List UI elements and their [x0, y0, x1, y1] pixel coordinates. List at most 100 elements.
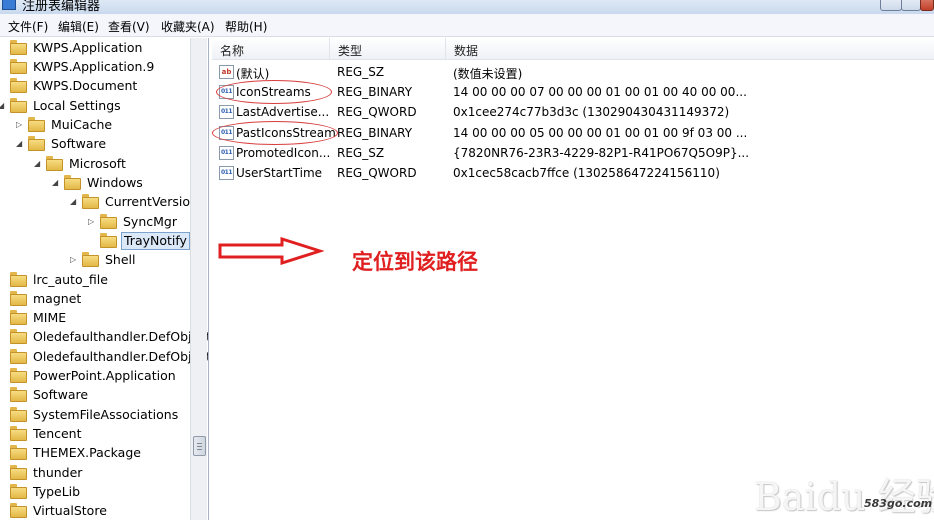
collapse-arrow-icon[interactable]: ◢ — [52, 177, 61, 189]
binary-value-icon: 011 — [219, 85, 234, 99]
folder-icon — [10, 407, 27, 422]
column-header-label: 名称 — [220, 44, 245, 58]
folder-icon — [10, 368, 27, 383]
folder-icon — [46, 156, 63, 171]
binary-value-icon: 011 — [219, 126, 234, 140]
tree-item-label: MIME — [33, 310, 67, 325]
value-name: PastIconsStream — [236, 126, 336, 140]
value-type: REG_BINARY — [337, 85, 413, 99]
value-row-iconstreams[interactable]: 011 IconStreams REG_BINARY 14 00 00 00 0… — [212, 83, 934, 103]
column-header-label: 类型 — [338, 44, 363, 58]
column-header-data[interactable]: 数据 — [446, 38, 934, 60]
folder-icon — [10, 272, 27, 287]
menu-edit[interactable]: 编辑(E) — [58, 18, 99, 35]
value-row-default[interactable]: ab (默认) REG_SZ (数值未设置) — [212, 63, 934, 83]
value-data: (数值未设置) — [453, 67, 523, 81]
value-row-pasticonsstream[interactable]: 011 PastIconsStream REG_BINARY 14 00 00 … — [212, 124, 934, 144]
watermark-text: Baidu 经验 — [754, 475, 934, 519]
menu-file[interactable]: 文件(F) — [8, 18, 48, 35]
expand-arrow-icon[interactable]: ▷ — [88, 216, 97, 228]
tree-item-label: thunder — [33, 465, 83, 480]
tree-item-label: Shell — [105, 252, 136, 267]
folder-icon — [10, 329, 27, 344]
minimize-button[interactable] — [880, 0, 902, 11]
baidu-watermark: Baidu 经验 — [748, 462, 934, 520]
tree-item-label: THEMEX.Package — [33, 445, 141, 460]
value-name: (默认) — [236, 67, 270, 81]
values-pane: 名称 类型 数据 ab (默认) REG_SZ (数值未设置) 011 Icon… — [212, 38, 934, 520]
folder-icon — [82, 194, 99, 209]
column-header-name[interactable]: 名称 — [212, 38, 330, 60]
tree-scrollbar[interactable] — [190, 38, 207, 520]
folder-icon — [10, 503, 27, 518]
folder-icon — [10, 78, 27, 93]
binary-value-icon: 011 — [219, 146, 234, 160]
tree-item-label: SyncMgr — [123, 214, 177, 229]
value-row-lastadvertise[interactable]: 011 LastAdvertise... REG_QWORD 0x1cee274… — [212, 103, 934, 123]
tree-item-label: MuiCache — [51, 117, 113, 132]
collapse-arrow-icon[interactable]: ◢ — [0, 100, 7, 112]
folder-icon — [10, 426, 27, 441]
folder-icon — [10, 310, 27, 325]
tree-item-label: SystemFileAssociations — [33, 407, 179, 422]
tree-item-label: Oledefaulthandler.DefObject — [33, 349, 209, 364]
value-type: REG_QWORD — [337, 105, 417, 119]
collapse-arrow-icon[interactable]: ◢ — [34, 158, 43, 170]
maximize-button[interactable] — [901, 0, 921, 11]
registry-tree: KWPS.Application KWPS.Application.9 KWPS… — [0, 38, 209, 520]
tree-item-label: Software — [51, 136, 107, 151]
column-header-type[interactable]: 类型 — [330, 38, 446, 60]
value-name: IconStreams — [236, 85, 311, 99]
value-type: REG_BINARY — [337, 126, 413, 140]
tree-item-label: Windows — [87, 175, 143, 190]
value-data: 0x1cec58cacb7ffce (130258647224156110) — [453, 166, 720, 180]
tree-item-label: Software — [33, 387, 89, 402]
folder-icon — [10, 349, 27, 364]
value-type: REG_SZ — [337, 146, 385, 160]
column-header-label: 数据 — [454, 44, 479, 58]
tree-item-label: VirtualStore — [33, 503, 107, 518]
folder-icon — [10, 465, 27, 480]
tree-item-label: magnet — [33, 291, 82, 306]
registry-editor-icon — [2, 0, 16, 10]
collapse-arrow-icon[interactable]: ◢ — [16, 138, 25, 150]
value-name: LastAdvertise... — [236, 105, 330, 119]
close-button[interactable] — [920, 0, 934, 11]
tree-item-label: PowerPoint.Application — [33, 368, 176, 383]
folder-icon — [64, 175, 81, 190]
folder-icon — [10, 40, 27, 55]
tree-item-label: KWPS.Application.9 — [33, 59, 155, 74]
window-title: 注册表编辑器 — [22, 0, 101, 14]
binary-value-icon: 011 — [219, 166, 234, 180]
menu-view[interactable]: 查看(V) — [108, 18, 150, 35]
tree-item-label: Tencent — [33, 426, 82, 441]
value-data: 14 00 00 00 05 00 00 00 01 00 01 00 9f 0… — [453, 126, 748, 140]
tree-item-label: Local Settings — [33, 98, 121, 113]
red-arrow-icon — [218, 237, 324, 265]
value-data: {7820NR76-23R3-4229-82P1-R41PO67Q5O9P}..… — [453, 146, 750, 160]
value-row-userstarttime[interactable]: 011 UserStartTime REG_QWORD 0x1cec58cacb… — [212, 164, 934, 184]
folder-icon — [10, 387, 27, 402]
value-name: PromotedIcon... — [236, 146, 331, 160]
tree-item-label: KWPS.Application — [33, 40, 143, 55]
menu-bar: 文件(F) 编辑(E) 查看(V) 收藏夹(A) 帮助(H) — [0, 14, 934, 37]
value-type: REG_QWORD — [337, 166, 417, 180]
tree-item-label: Microsoft — [69, 156, 126, 171]
binary-value-icon: 011 — [219, 105, 234, 119]
expand-arrow-icon[interactable]: ▷ — [70, 254, 79, 266]
folder-icon — [10, 445, 27, 460]
tree-item-label: TypeLib — [33, 484, 81, 499]
folder-icon — [28, 117, 45, 132]
folder-icon — [28, 136, 45, 151]
value-row-promotedicon[interactable]: 011 PromotedIcon... REG_SZ {7820NR76-23R… — [212, 144, 934, 164]
folder-icon — [100, 214, 117, 229]
expand-arrow-icon[interactable]: ▷ — [16, 119, 25, 131]
collapse-arrow-icon[interactable]: ◢ — [70, 196, 79, 208]
string-value-icon: ab — [219, 65, 234, 79]
title-bar: 注册表编辑器 — [0, 0, 934, 14]
menu-help[interactable]: 帮助(H) — [225, 18, 267, 35]
value-data: 14 00 00 00 07 00 00 00 01 00 01 00 40 0… — [453, 85, 747, 99]
scrollbar-thumb[interactable] — [193, 436, 206, 456]
value-name: UserStartTime — [236, 166, 323, 180]
menu-favorites[interactable]: 收藏夹(A) — [161, 18, 215, 35]
